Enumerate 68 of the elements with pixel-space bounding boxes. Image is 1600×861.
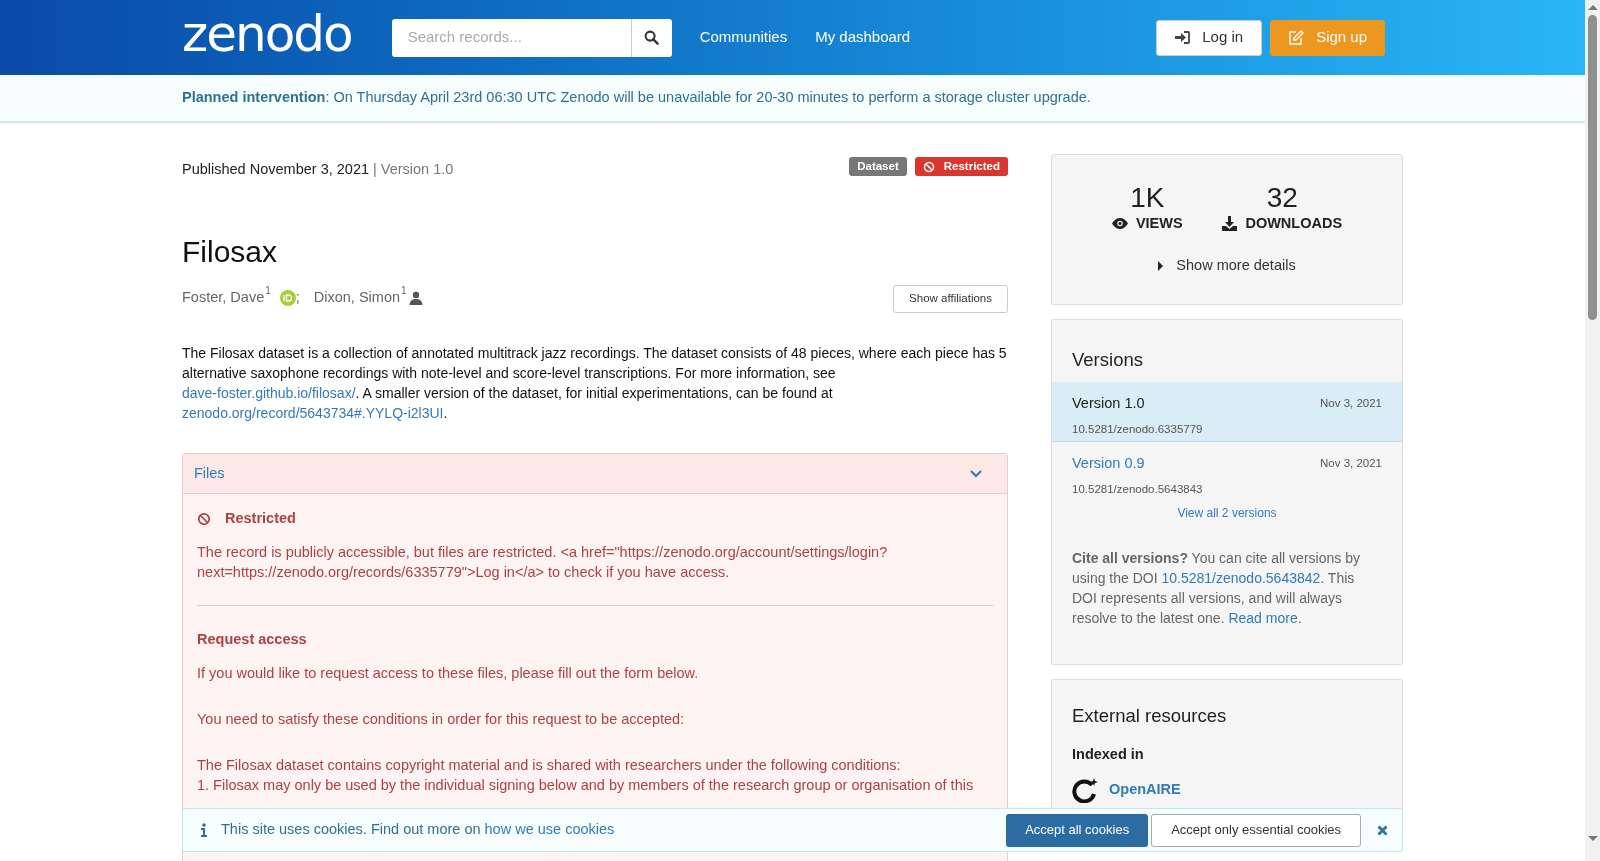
version-doi: 10.5281/zenodo.6335779	[1072, 421, 1204, 437]
affiliation-number: 1	[401, 286, 407, 296]
stat-value: 32	[1266, 183, 1298, 213]
caret-icon	[1158, 260, 1165, 271]
link[interactable]: Read more	[1228, 610, 1298, 626]
creator-name[interactable]: Dixon, Simon	[313, 287, 401, 309]
accept-all-cookies-button[interactable]: Accept all cookies	[1006, 813, 1149, 847]
nav-link[interactable]: My dashboard	[815, 26, 911, 49]
creator-name[interactable]: Foster, Dave	[182, 287, 265, 309]
request-paragraph: You need to satisfy these conditions in order for this request to be accepted:	[197, 709, 686, 729]
openaire-link[interactable]: OpenAIRE	[1109, 779, 1181, 801]
search-field[interactable]: Search records...	[391, 18, 631, 57]
search-button[interactable]	[630, 18, 672, 57]
person-icon	[408, 290, 423, 305]
eye-icon	[1111, 218, 1128, 230]
files-title: Files	[194, 463, 225, 483]
sign-in-icon	[1175, 31, 1191, 44]
link[interactable]: zenodo.org/record/5643734#.YYLQ-i2l3UI	[182, 405, 444, 421]
version-name: Version 0.9	[1072, 454, 1145, 473]
show-affiliations-button[interactable]: Show affiliations	[893, 285, 1008, 313]
logo[interactable]: zenodo	[182, 5, 352, 62]
accept-essential-cookies-button[interactable]: Accept only essential cookies	[1151, 813, 1361, 847]
search-icon	[644, 30, 660, 45]
cite-all-versions-text: Cite all versions? You can cite all versions by using the DOI 10.5281/zenodo.5643842. This DOI represents all versions, and will always resolve to the latest one. Read more.	[1071, 549, 1361, 628]
announcement-text: Planned intervention: On Thursday April 23rd 06:30 UTC Zenodo will be unavailable for 20-30 minutes to perform a storage cluster upgrade.	[182, 88, 1091, 108]
link[interactable]: dave-foster.github.io/filosax/	[182, 385, 356, 401]
versions-title: Versions	[1071, 348, 1144, 372]
edit-icon	[1288, 30, 1305, 45]
publish-date: Published November 3, 2021	[182, 160, 369, 179]
download-icon	[1222, 216, 1238, 232]
request-paragraph: If you would like to request access to these files, please fill out the form below.	[197, 663, 700, 683]
separator: ;	[295, 288, 300, 307]
type-badge: Dataset	[849, 157, 907, 176]
version-doi: 10.5281/zenodo.5643843	[1072, 481, 1204, 497]
affiliation-number: 1	[265, 286, 271, 296]
restricted-text: The record is publicly accessible, but files are restricted. <a href="https://zenodo.org/account/settings/login?next=https://zenodo.org/records/6335779">Log in</a> to check if you have access.	[197, 542, 889, 582]
stat-value: 1K	[1130, 183, 1165, 213]
restricted-title: Restricted	[225, 509, 296, 528]
stat-label: VIEWS	[1135, 214, 1183, 233]
version-name: Version 1.0	[1072, 394, 1145, 413]
cookie-policy-link[interactable]: how we use cookies	[484, 821, 615, 838]
version-item[interactable]: Version 1.0 Nov 3, 2021 10.5281/zenodo.6335779	[1052, 382, 1402, 442]
record-title: Filosax	[182, 237, 279, 267]
view-all-versions-link[interactable]: View all 2 versions	[1052, 504, 1402, 522]
nav-link[interactable]: Communities	[699, 26, 788, 49]
request-access-title: Request access	[197, 629, 308, 649]
condition-line: 1. Filosax may only be used by the individual signing below and by members of the research group or organisation of this	[197, 775, 975, 795]
version-item[interactable]: Version 0.9 Nov 3, 2021 10.5281/zenodo.5643843	[1052, 442, 1402, 502]
separator: |	[373, 160, 377, 179]
ban-icon	[197, 511, 211, 526]
login-button[interactable]: Log in	[1156, 19, 1263, 56]
stat-label: DOWNLOADS	[1245, 214, 1343, 233]
close-icon	[1376, 824, 1388, 836]
cookie-text: This site uses cookies. Find out more on how we use cookies	[221, 820, 615, 840]
info-icon	[201, 823, 207, 837]
access-badge: Restricted	[914, 157, 1008, 176]
show-more-details-button[interactable]: Show more details	[1158, 254, 1296, 277]
ban-icon	[922, 160, 935, 173]
ring-logo-icon	[1072, 777, 1099, 803]
files-header[interactable]: Files	[183, 454, 1007, 494]
version-date: Nov 3, 2021	[1320, 456, 1382, 472]
scrollbar[interactable]	[1585, 0, 1600, 861]
external-resources-title: External resources	[1072, 704, 1228, 728]
condition-line: The Filosax dataset contains copyright material and is shared with researchers under the following conditions:	[197, 755, 902, 775]
version-date: Nov 3, 2021	[1320, 396, 1382, 412]
description: The Filosax dataset is a collection of annotated multitrack jazz recordings. The dataset consists of 48 pieces, where each piece has 5 alternative saxophone recordings with note-level and score-level transcriptions. For more information, see dave-foster.github.io/filosax/. A smaller version of the dataset, for initial experimentations, can be found at zenodo.org/record/5643734#.YYLQ-i2l3UI.	[182, 344, 1008, 423]
indexed-in-label: Indexed in	[1072, 744, 1145, 764]
version-label: Version 1.0	[380, 160, 454, 179]
